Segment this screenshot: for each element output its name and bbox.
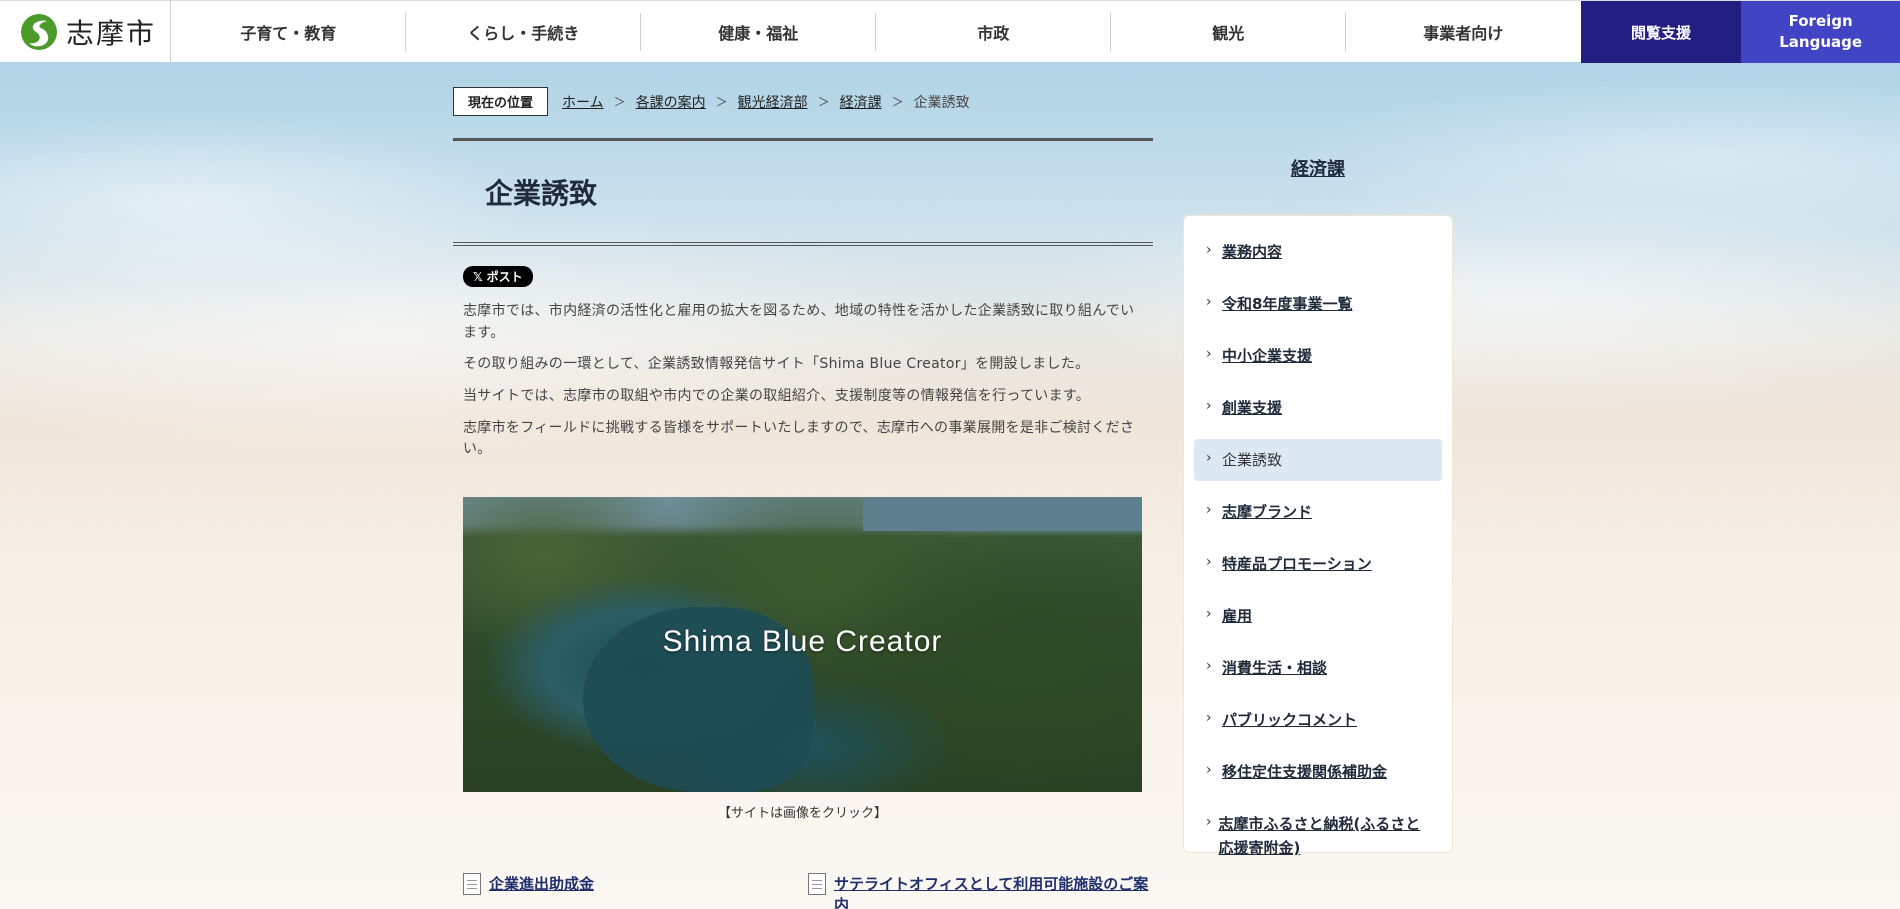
nav-item-childcare[interactable]: 子育て・教育 <box>171 1 406 63</box>
nav-item-health[interactable]: 健康・福祉 <box>641 1 876 63</box>
chevron-right-icon: ＞ <box>817 95 830 109</box>
x-post-button[interactable]: 𝕏 ポスト <box>463 266 533 287</box>
sidebar-menu: › 業務内容 › 令和8年度事業一覧 › 中小企業支援 › 創業支援 › 企業誘致 › 志摩… <box>1183 215 1453 857</box>
shima-blue-creator-banner[interactable]: Shima Blue Creator <box>463 497 1142 793</box>
sidebar-item-hometown-tax[interactable]: › 志摩市ふるさと納税(ふるさと応援寄附金) <box>1194 803 1442 869</box>
intro-paragraph: その取り組みの一環として、企業誘致情報発信サイト「Shima Blue Crea… <box>463 356 1090 373</box>
sidebar-item-employment[interactable]: › 雇用 <box>1194 595 1442 637</box>
sidebar-item-business-attraction[interactable]: › 企業誘致 <box>1194 439 1442 481</box>
sidebar-item-shima-brand[interactable]: › 志摩ブランド <box>1194 491 1442 533</box>
sidebar-item-label: 企業誘致 <box>1222 451 1283 469</box>
breadcrumb-departments[interactable]: 各課の案内 <box>636 92 706 112</box>
chevron-right-icon: › <box>1206 346 1212 362</box>
document-icon <box>463 873 481 896</box>
intro-paragraph: 当サイトでは、志摩市の取組や市内での企業の取組紹介、支援制度等の情報発信を行って… <box>463 388 1091 405</box>
sidebar-item-label: 創業支援 <box>1222 399 1283 417</box>
chevron-right-icon: ＞ <box>715 95 728 109</box>
file-link-subsidy[interactable]: 企業進出助成金 <box>489 873 594 894</box>
breadcrumb: 現在の位置 ホーム ＞ 各課の案内 ＞ 観光経済部 ＞ 経済課 ＞ 企業誘致 <box>453 87 970 116</box>
chevron-right-icon: › <box>1206 502 1212 518</box>
sidebar-item-label: 令和8年度事業一覧 <box>1222 295 1353 313</box>
nav-item-living[interactable]: くらし・手続き <box>406 1 641 63</box>
chevron-right-icon: › <box>1206 554 1212 570</box>
sidebar-item-duties[interactable]: › 業務内容 <box>1194 231 1442 273</box>
breadcrumb-current: 企業誘致 <box>913 94 970 111</box>
breadcrumb-label: 現在の位置 <box>453 87 549 116</box>
chevron-right-icon: › <box>1206 450 1212 466</box>
sidebar-item-relocation-subsidy[interactable]: › 移住定住支援関係補助金 <box>1194 751 1442 793</box>
breadcrumb-economy-section[interactable]: 経済課 <box>840 92 882 112</box>
lang-line1: Foreign <box>1788 12 1853 30</box>
lang-line2: Language <box>1779 33 1863 51</box>
sidebar-item-label: 志摩市ふるさと納税(ふるさと応援寄附金) <box>1218 815 1421 857</box>
x-logo-icon: 𝕏 <box>473 269 483 284</box>
file-item: 企業進出助成金 <box>463 873 808 909</box>
chevron-right-icon: › <box>1206 242 1212 258</box>
banner-sea <box>863 497 1142 532</box>
chevron-right-icon: › <box>1206 658 1212 674</box>
main-content: 企業誘致 𝕏 ポスト 志摩市では、市内経済の活性化と雇用の拡大を図るため、地域の… <box>453 138 1153 909</box>
page-title: 企業誘致 <box>453 138 1153 246</box>
chevron-right-icon: ＞ <box>891 95 904 109</box>
chevron-right-icon: › <box>1206 814 1212 830</box>
chevron-right-icon: › <box>1206 294 1212 310</box>
chevron-right-icon: › <box>1206 710 1212 726</box>
sidebar-item-promotion[interactable]: › 特産品プロモーション <box>1194 543 1442 585</box>
site-logo[interactable]: 志摩市 <box>0 1 171 63</box>
intro-paragraph: 志摩市をフィールドに挑戦する皆様をサポートいたしますので、志摩市への事業展開を是… <box>463 419 1135 458</box>
chevron-right-icon: › <box>1206 398 1212 414</box>
intro-paragraph: 志摩市では、市内経済の活性化と雇用の拡大を図るため、地域の特性を活かした企業誘致… <box>463 303 1135 341</box>
sidebar-item-label: 中小企業支援 <box>1222 347 1313 365</box>
nav-item-tourism[interactable]: 観光 <box>1111 1 1346 63</box>
foreign-language-button[interactable]: Foreign Language <box>1741 1 1900 63</box>
breadcrumb-tourism-economy[interactable]: 観光経済部 <box>738 92 808 112</box>
sidebar-item-public-comment[interactable]: › パブリックコメント <box>1194 699 1442 741</box>
x-post-label: ポスト <box>486 270 523 284</box>
chevron-right-icon: › <box>1206 762 1212 778</box>
banner-caption: 【サイトは画像をクリック】 <box>717 806 887 822</box>
file-item: サテライトオフィスとして利用可能施設のご案内 <box>808 873 1153 909</box>
accessibility-button[interactable]: 閲覧支援 <box>1580 1 1742 63</box>
sidebar-item-label: 消費生活・相談 <box>1222 659 1328 677</box>
file-link-satellite-office[interactable]: サテライトオフィスとして利用可能施設のご案内 <box>834 873 1153 909</box>
sidebar-item-startup-support[interactable]: › 創業支援 <box>1194 387 1442 429</box>
sidebar-item-label: パブリックコメント <box>1222 711 1358 729</box>
file-links: 企業進出助成金 サテライトオフィスとして利用可能施設のご案内 <box>463 873 1153 909</box>
sidebar-item-sme-support[interactable]: › 中小企業支援 <box>1194 335 1442 377</box>
chevron-right-icon: ＞ <box>613 95 626 109</box>
sidebar-item-consumer[interactable]: › 消費生活・相談 <box>1194 647 1442 689</box>
sidebar-item-label: 移住定住支援関係補助金 <box>1222 763 1388 781</box>
chevron-right-icon: › <box>1206 606 1212 622</box>
global-nav: 子育て・教育 くらし・手続き 健康・福祉 市政 観光 事業者向け <box>171 1 1581 62</box>
shima-city-logo-icon <box>21 14 57 50</box>
sidebar-item-label: 雇用 <box>1222 607 1253 625</box>
sidebar-item-label: 業務内容 <box>1222 243 1283 261</box>
document-icon <box>808 873 826 896</box>
site-header: 志摩市 子育て・教育 くらし・手続き 健康・福祉 市政 観光 事業者向け 閲覧支… <box>0 0 1900 63</box>
sidebar-title[interactable]: 経済課 <box>1183 155 1453 181</box>
nav-item-business[interactable]: 事業者向け <box>1346 1 1581 63</box>
nav-item-government[interactable]: 市政 <box>876 1 1111 63</box>
sidebar-item-label: 特産品プロモーション <box>1222 555 1372 573</box>
sidebar-item-label: 志摩ブランド <box>1222 503 1313 521</box>
sidebar-item-projects[interactable]: › 令和8年度事業一覧 <box>1194 283 1442 325</box>
logo-text: 志摩市 <box>66 17 157 50</box>
banner-text: Shima Blue Creator <box>662 625 943 659</box>
breadcrumb-home[interactable]: ホーム <box>562 92 604 112</box>
